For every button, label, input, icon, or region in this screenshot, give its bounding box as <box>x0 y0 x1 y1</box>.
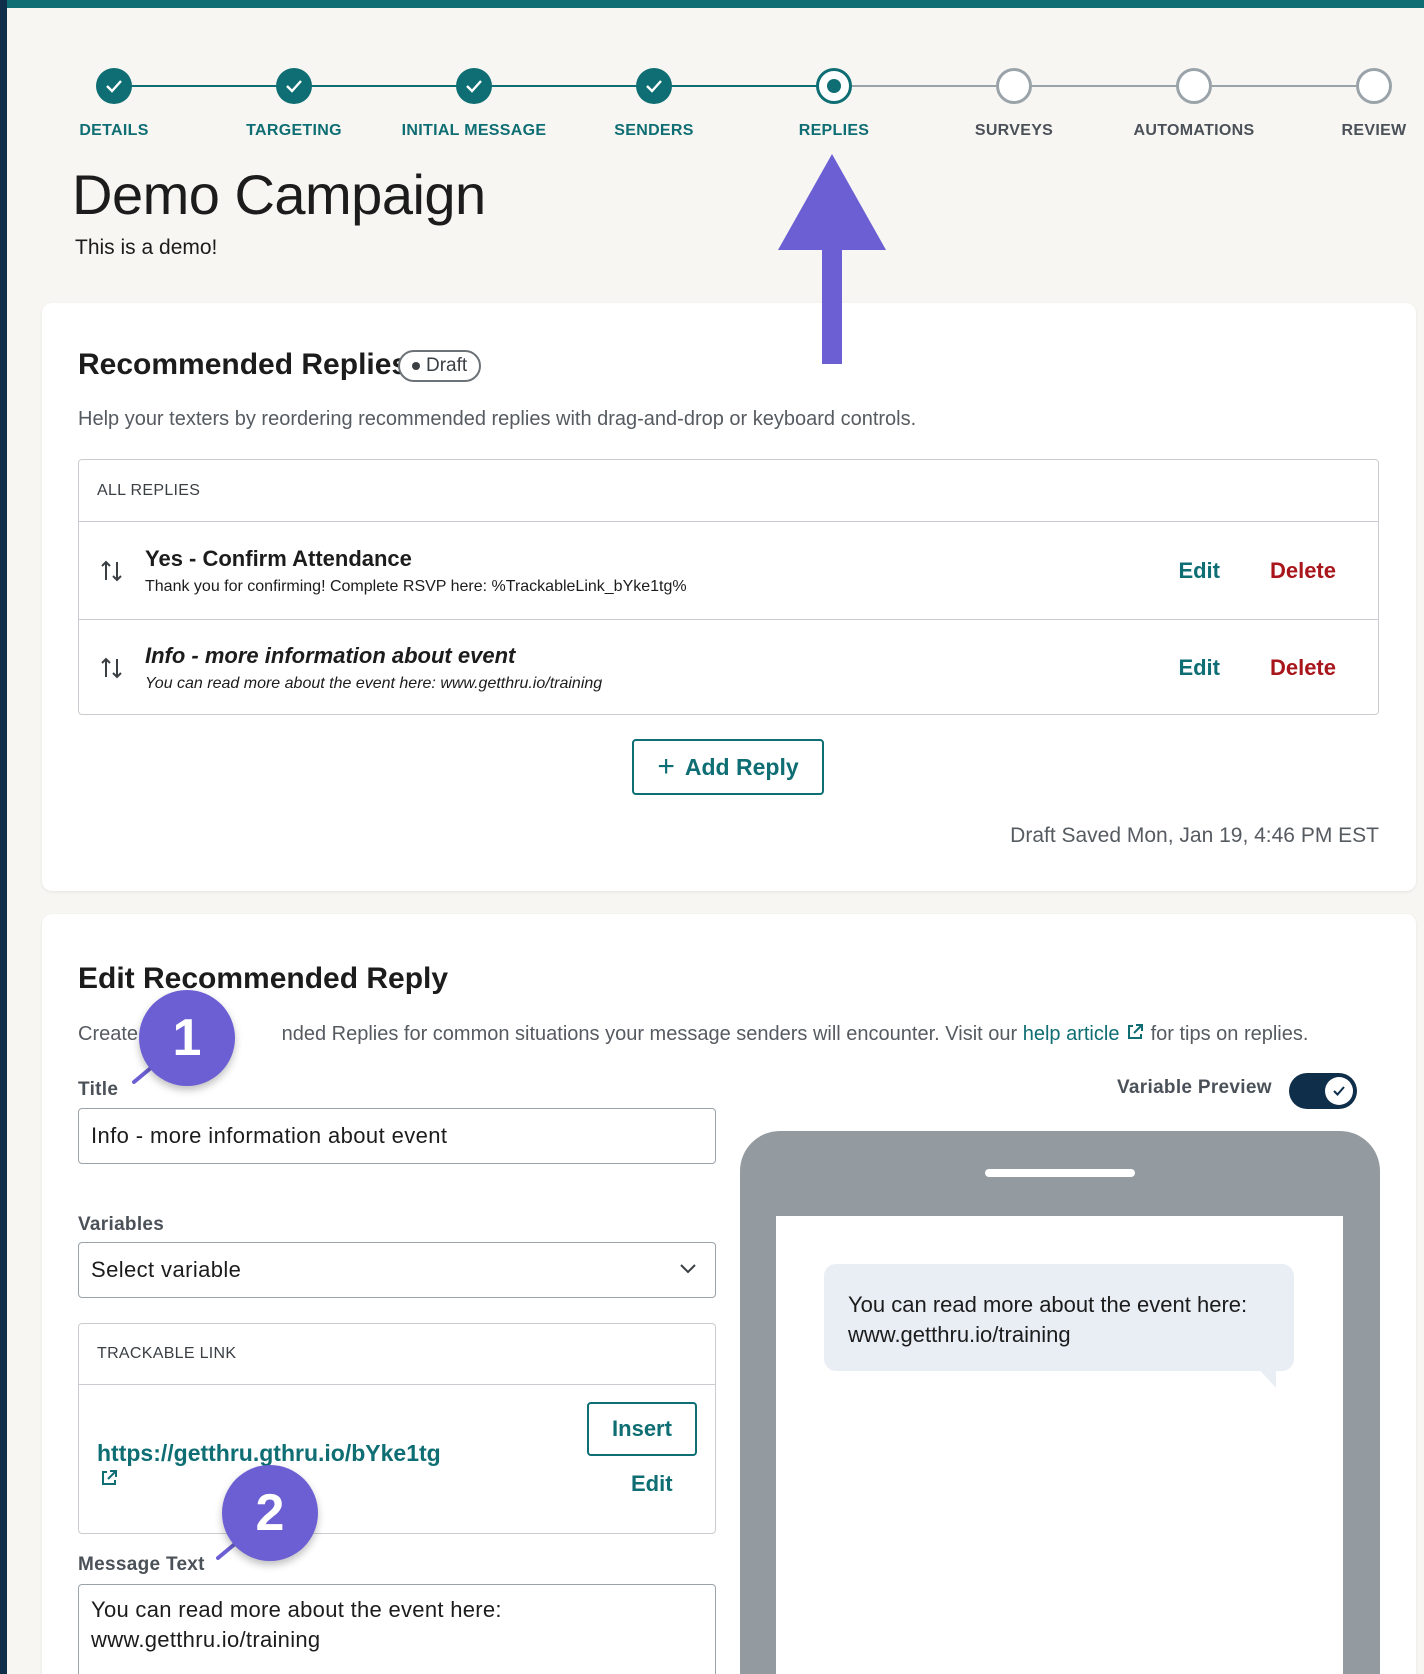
edit-reply-description: Create nded Replies for common situation… <box>78 1022 1308 1046</box>
reply-delete-button[interactable]: Delete <box>1270 558 1336 584</box>
external-link-icon[interactable] <box>1125 1022 1145 1042</box>
replies-table: ALL REPLIES Yes - Confirm Attendance Tha… <box>78 459 1379 715</box>
stepper-connector <box>834 85 1014 87</box>
recommended-replies-title: Recommended Replies <box>78 348 409 381</box>
bubble-tail <box>1256 1366 1276 1388</box>
chevron-down-icon <box>680 1264 696 1274</box>
stepper-connector <box>474 85 654 87</box>
stepper-connector <box>1014 85 1194 87</box>
phone-preview: You can read more about the event here: … <box>740 1131 1380 1674</box>
stepper-connector <box>294 85 474 87</box>
status-badge: Draft <box>398 350 482 382</box>
phone-screen: You can read more about the event here: … <box>776 1216 1343 1674</box>
desc-end: for tips on replies. <box>1150 1023 1309 1045</box>
title-label: Title <box>78 1079 119 1100</box>
plus-icon: + <box>657 750 675 783</box>
reply-delete-button[interactable]: Delete <box>1270 655 1336 681</box>
step-label-replies[interactable]: REPLIES <box>734 122 934 140</box>
step-label-review[interactable]: REVIEW <box>1274 122 1424 140</box>
step-details-check-icon[interactable] <box>96 68 132 104</box>
variables-select-value: Select variable <box>91 1257 242 1282</box>
trackable-link-panel: TRACKABLE LINK https://getthru.gthru.io/… <box>78 1323 716 1534</box>
left-nav-edge <box>0 0 7 1674</box>
step-label-surveys[interactable]: SURVEYS <box>914 122 1114 140</box>
drag-handle-icon[interactable] <box>79 558 145 584</box>
step-label-automations[interactable]: AUTOMATIONS <box>1094 122 1294 140</box>
step-surveys-circle-icon[interactable] <box>996 68 1032 104</box>
progress-stepper: DETAILS TARGETING INITIAL MESSAGE SENDER… <box>0 0 1424 160</box>
edit-reply-title: Edit Recommended Reply <box>78 962 449 995</box>
replies-table-header: ALL REPLIES <box>79 460 1378 522</box>
title-input[interactable]: Info - more information about event <box>78 1108 716 1164</box>
reply-row[interactable]: Info - more information about event You … <box>79 619 1378 716</box>
recommended-replies-description: Help your texters by reordering recommen… <box>78 408 917 430</box>
message-bubble: You can read more about the event here: … <box>824 1264 1294 1371</box>
step-label-details[interactable]: DETAILS <box>14 122 214 140</box>
stepper-connector <box>654 85 834 87</box>
variables-select[interactable]: Select variable <box>78 1242 716 1298</box>
add-reply-button[interactable]: + Add Reply <box>632 739 824 795</box>
drag-handle-icon[interactable] <box>79 655 145 681</box>
annotation-callout-2: 2 <box>222 1465 318 1561</box>
variables-label: Variables <box>78 1214 165 1235</box>
reply-edit-button[interactable]: Edit <box>1178 655 1220 681</box>
page-subtitle: This is a demo! <box>75 236 218 259</box>
stepper-connector <box>1194 85 1374 87</box>
desc-mid: nded Replies for common situations your … <box>281 1023 1018 1045</box>
step-targeting-check-icon[interactable] <box>276 68 312 104</box>
badge-label: Draft <box>426 355 468 376</box>
step-review-circle-icon[interactable] <box>1356 68 1392 104</box>
message-text-label: Message Text <box>78 1554 205 1575</box>
step-senders-check-icon[interactable] <box>636 68 672 104</box>
reply-edit-button[interactable]: Edit <box>1178 558 1220 584</box>
step-replies-current-icon[interactable] <box>816 68 852 104</box>
trackable-link-url[interactable]: https://getthru.gthru.io/bYke1tg <box>97 1440 441 1467</box>
badge-dot-icon <box>412 362 420 370</box>
help-article-link[interactable]: help article <box>1023 1023 1120 1045</box>
step-initial-message-check-icon[interactable] <box>456 68 492 104</box>
annotation-arrow-icon <box>778 154 886 364</box>
reply-row[interactable]: Yes - Confirm Attendance Thank you for c… <box>79 522 1378 619</box>
message-text-area[interactable]: You can read more about the event here: … <box>78 1584 716 1674</box>
page-title: Demo Campaign <box>72 163 486 226</box>
trackable-link-header: TRACKABLE LINK <box>79 1324 715 1385</box>
annotation-callout-1: 1 <box>139 990 235 1086</box>
variable-preview-label: Variable Preview <box>1117 1077 1272 1098</box>
step-label-targeting[interactable]: TARGETING <box>194 122 394 140</box>
desc-start: Create <box>78 1023 139 1045</box>
edit-link-button[interactable]: Edit <box>631 1471 673 1497</box>
phone-speaker <box>985 1169 1135 1177</box>
step-automations-circle-icon[interactable] <box>1176 68 1212 104</box>
check-icon <box>1325 1077 1353 1105</box>
stepper-connector <box>114 85 294 87</box>
external-link-icon[interactable] <box>99 1468 119 1488</box>
add-reply-label: Add Reply <box>684 753 799 780</box>
insert-link-button[interactable]: Insert <box>587 1402 697 1456</box>
step-label-senders[interactable]: SENDERS <box>554 122 754 140</box>
step-label-initial-message[interactable]: INITIAL MESSAGE <box>374 122 574 140</box>
draft-saved-status: Draft Saved Mon, Jan 19, 4:46 PM EST <box>1010 824 1379 847</box>
variable-preview-toggle[interactable] <box>1289 1073 1357 1109</box>
